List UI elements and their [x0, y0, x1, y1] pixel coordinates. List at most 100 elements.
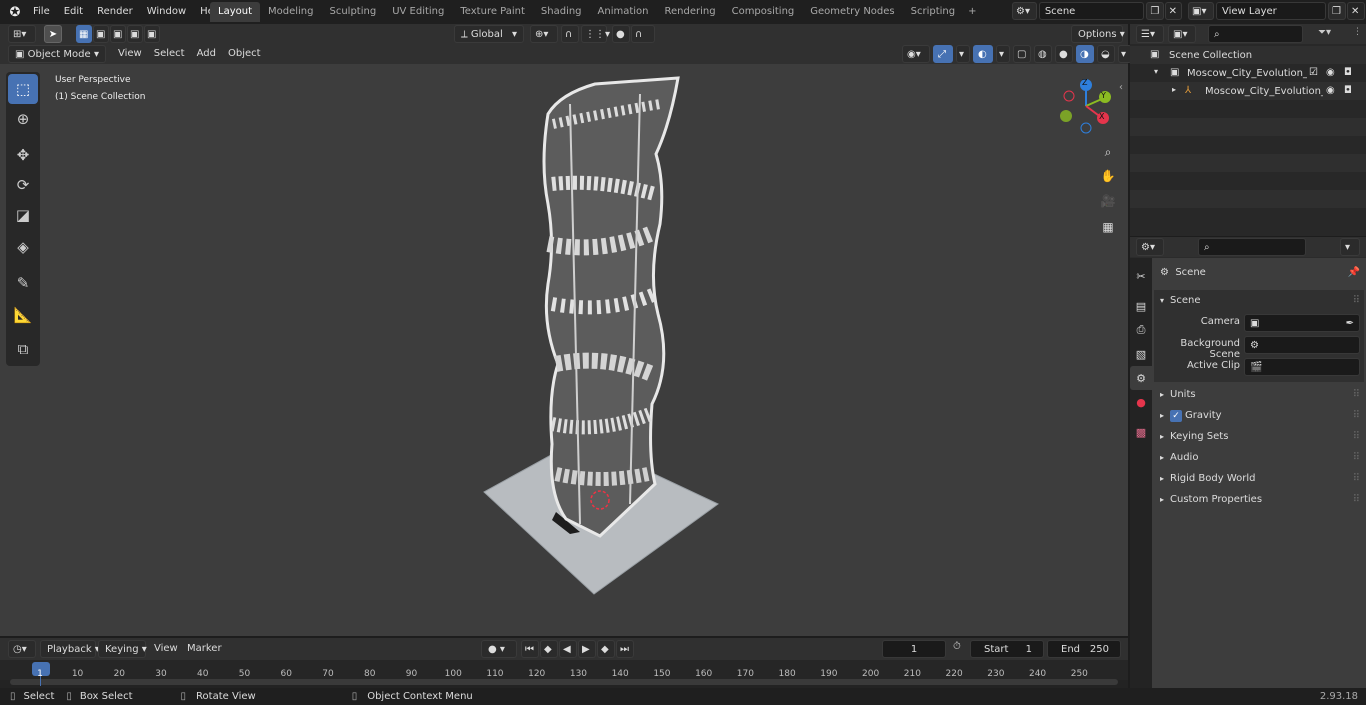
filter-dropdown[interactable]: ⏷▾	[1318, 27, 1331, 38]
outliner-row-object[interactable]: ▸ ⅄ Moscow_City_Evolution_ ◉ ◘	[1130, 82, 1366, 100]
tab-animation[interactable]: Animation	[590, 2, 657, 22]
tab-rendering[interactable]: Rendering	[657, 2, 724, 22]
sidebar-toggle[interactable]: ‹	[1119, 82, 1123, 93]
tab-scene[interactable]: ⚙	[1130, 366, 1152, 390]
timeline-scrollbar[interactable]	[10, 679, 1118, 685]
tab-tool[interactable]: ✂	[1130, 264, 1152, 288]
tab-modeling[interactable]: Modeling	[260, 2, 322, 22]
drag-handle-icon[interactable]: ⠿	[1353, 389, 1360, 400]
panel-custom-properties[interactable]: ▸ Custom Properties ⠿	[1154, 489, 1364, 510]
pin-icon[interactable]: 📌	[1348, 267, 1360, 278]
outliner-row-collection[interactable]: ▾ ▣ Moscow_City_Evolution_Towe ☑ ◉ ◘	[1130, 64, 1366, 82]
properties-options[interactable]: ▾	[1340, 238, 1360, 256]
tab-output[interactable]: ⎙	[1130, 318, 1152, 342]
viewport-menu-object[interactable]: Object	[222, 44, 267, 64]
tab-geometry-nodes[interactable]: Geometry Nodes	[802, 2, 902, 22]
eye-icon[interactable]: ◉	[1326, 67, 1335, 78]
tab-compositing[interactable]: Compositing	[724, 2, 803, 22]
navigation-gizmo[interactable]: Z Y X	[1056, 76, 1116, 136]
tab-world[interactable]: ●	[1130, 390, 1152, 414]
drag-handle-icon[interactable]: ⠿	[1353, 473, 1360, 484]
ortho-toggle-button[interactable]: ▦	[1097, 216, 1119, 238]
select-tool-button[interactable]: ➤	[44, 25, 62, 43]
active-clip-field[interactable]: 🎬	[1244, 358, 1360, 376]
camera-field[interactable]: ▣ ✒	[1244, 314, 1360, 332]
panel-units[interactable]: ▸ Units ⠿	[1154, 384, 1364, 405]
auto-keying-toggle[interactable]: ● ▾	[481, 640, 517, 658]
current-frame-field[interactable]: 1	[882, 640, 946, 658]
keying-menu[interactable]: Keying ▾	[98, 640, 147, 658]
gizmo-toggle[interactable]: ⤢	[933, 45, 953, 63]
next-keyframe-button[interactable]: ◆	[597, 640, 615, 658]
snap-toggle[interactable]: ∩	[561, 25, 579, 43]
overlay-dropdown[interactable]: ▾	[996, 45, 1010, 63]
pivot-point-dropdown[interactable]: ⊕▾	[530, 25, 558, 43]
marker-menu[interactable]: Marker	[187, 643, 222, 654]
camera-icon[interactable]: ◘	[1344, 67, 1352, 78]
drag-handle-icon[interactable]: ⠿	[1353, 452, 1360, 463]
solid-shading-button[interactable]: ●	[1055, 45, 1073, 63]
editor-type-button[interactable]: ⊞▾	[8, 25, 36, 43]
outliner-options[interactable]: ⋮	[1353, 27, 1362, 37]
panel-rigid-body-world[interactable]: ▸ Rigid Body World ⠿	[1154, 468, 1364, 489]
add-workspace-button[interactable]: +	[963, 2, 981, 22]
transform-orientation-dropdown[interactable]: ⟂ Global ▾	[454, 25, 524, 43]
eye-icon[interactable]: ◉	[1326, 85, 1335, 96]
start-frame-field[interactable]: Start 1	[970, 640, 1044, 658]
visibility-dropdown[interactable]: ◉▾	[902, 45, 930, 63]
camera-view-button[interactable]: 🎥	[1097, 190, 1119, 212]
zoom-button[interactable]: ⌕	[1097, 141, 1119, 163]
prev-keyframe-button[interactable]: ◆	[540, 640, 558, 658]
menu-render[interactable]: Render	[90, 0, 140, 24]
scene-name-field[interactable]: Scene	[1038, 2, 1145, 20]
outliner-row-scene-collection[interactable]: ▣ Scene Collection	[1130, 46, 1366, 64]
snap-target-dropdown[interactable]: ⋮⋮▾	[581, 25, 610, 43]
wireframe-shading-button[interactable]: ◍	[1034, 45, 1052, 63]
drag-handle-icon[interactable]: ⠿	[1353, 494, 1360, 505]
tab-texture-paint[interactable]: Texture Paint	[452, 2, 533, 22]
object-mode-dropdown[interactable]: ▣ Object Mode ▾	[8, 45, 106, 63]
view-layer-browse-button[interactable]: ▣▾	[1188, 2, 1214, 20]
background-scene-field[interactable]: ⚙	[1244, 336, 1360, 354]
gravity-checkbox[interactable]: ✓	[1170, 409, 1183, 422]
camera-icon[interactable]: ◘	[1344, 85, 1352, 96]
rendered-shading-button[interactable]: ◒	[1097, 45, 1115, 63]
properties-editor-type[interactable]: ⚙▾	[1136, 238, 1164, 256]
panel-keying-sets[interactable]: ▸ Keying Sets ⠿	[1154, 426, 1364, 447]
tab-render[interactable]: ▤	[1130, 294, 1152, 318]
tab-sculpting[interactable]: Sculpting	[322, 2, 385, 22]
material-shading-button[interactable]: ◑	[1076, 45, 1094, 63]
proportional-edit-toggle[interactable]: ●	[612, 25, 630, 43]
tab-scripting[interactable]: Scripting	[903, 2, 963, 22]
gizmo-dropdown[interactable]: ▾	[956, 45, 970, 63]
jump-start-button[interactable]: ⏮	[521, 640, 539, 658]
delete-view-layer-button[interactable]: ✕	[1347, 2, 1365, 20]
new-scene-button[interactable]: ❐	[1146, 2, 1164, 20]
tab-view-layer[interactable]: ▧	[1130, 342, 1152, 366]
tab-layout[interactable]: Layout	[210, 2, 260, 22]
stopwatch-icon[interactable]: ⏱	[953, 641, 961, 652]
menu-window[interactable]: Window	[140, 0, 193, 24]
timeline-editor-type[interactable]: ◷▾	[8, 640, 36, 658]
outliner-search[interactable]: ⌕	[1208, 25, 1303, 43]
proportional-falloff-dropdown[interactable]: ∩	[631, 25, 655, 43]
expand-icon[interactable]: ▸	[1172, 85, 1176, 94]
eyedropper-icon[interactable]: ✒	[1346, 318, 1354, 329]
panel-audio[interactable]: ▸ Audio ⠿	[1154, 447, 1364, 468]
select-invert-button[interactable]: ▣	[127, 25, 143, 43]
display-mode-dropdown[interactable]: ▣▾	[1168, 25, 1196, 43]
expand-icon[interactable]: ▾	[1154, 67, 1158, 76]
menu-edit[interactable]: Edit	[57, 0, 90, 24]
drag-handle-icon[interactable]: ⠿	[1353, 431, 1360, 442]
checkbox-icon[interactable]: ☑	[1309, 67, 1318, 78]
scene-panel-header[interactable]: ▾ Scene ⠿	[1154, 290, 1364, 310]
new-view-layer-button[interactable]: ❐	[1328, 2, 1346, 20]
panel-gravity[interactable]: ▸ ✓ Gravity ⠿	[1154, 405, 1364, 426]
xray-toggle[interactable]: ▢	[1013, 45, 1031, 63]
select-subtract-button[interactable]: ▣	[110, 25, 126, 43]
drag-handle-icon[interactable]: ⠿	[1353, 295, 1360, 306]
playback-menu[interactable]: Playback ▾	[40, 640, 100, 658]
select-new-button[interactable]: ▦	[76, 25, 92, 43]
scene-browse-button[interactable]: ⚙▾	[1012, 2, 1037, 20]
jump-end-button[interactable]: ⏭	[616, 640, 634, 658]
